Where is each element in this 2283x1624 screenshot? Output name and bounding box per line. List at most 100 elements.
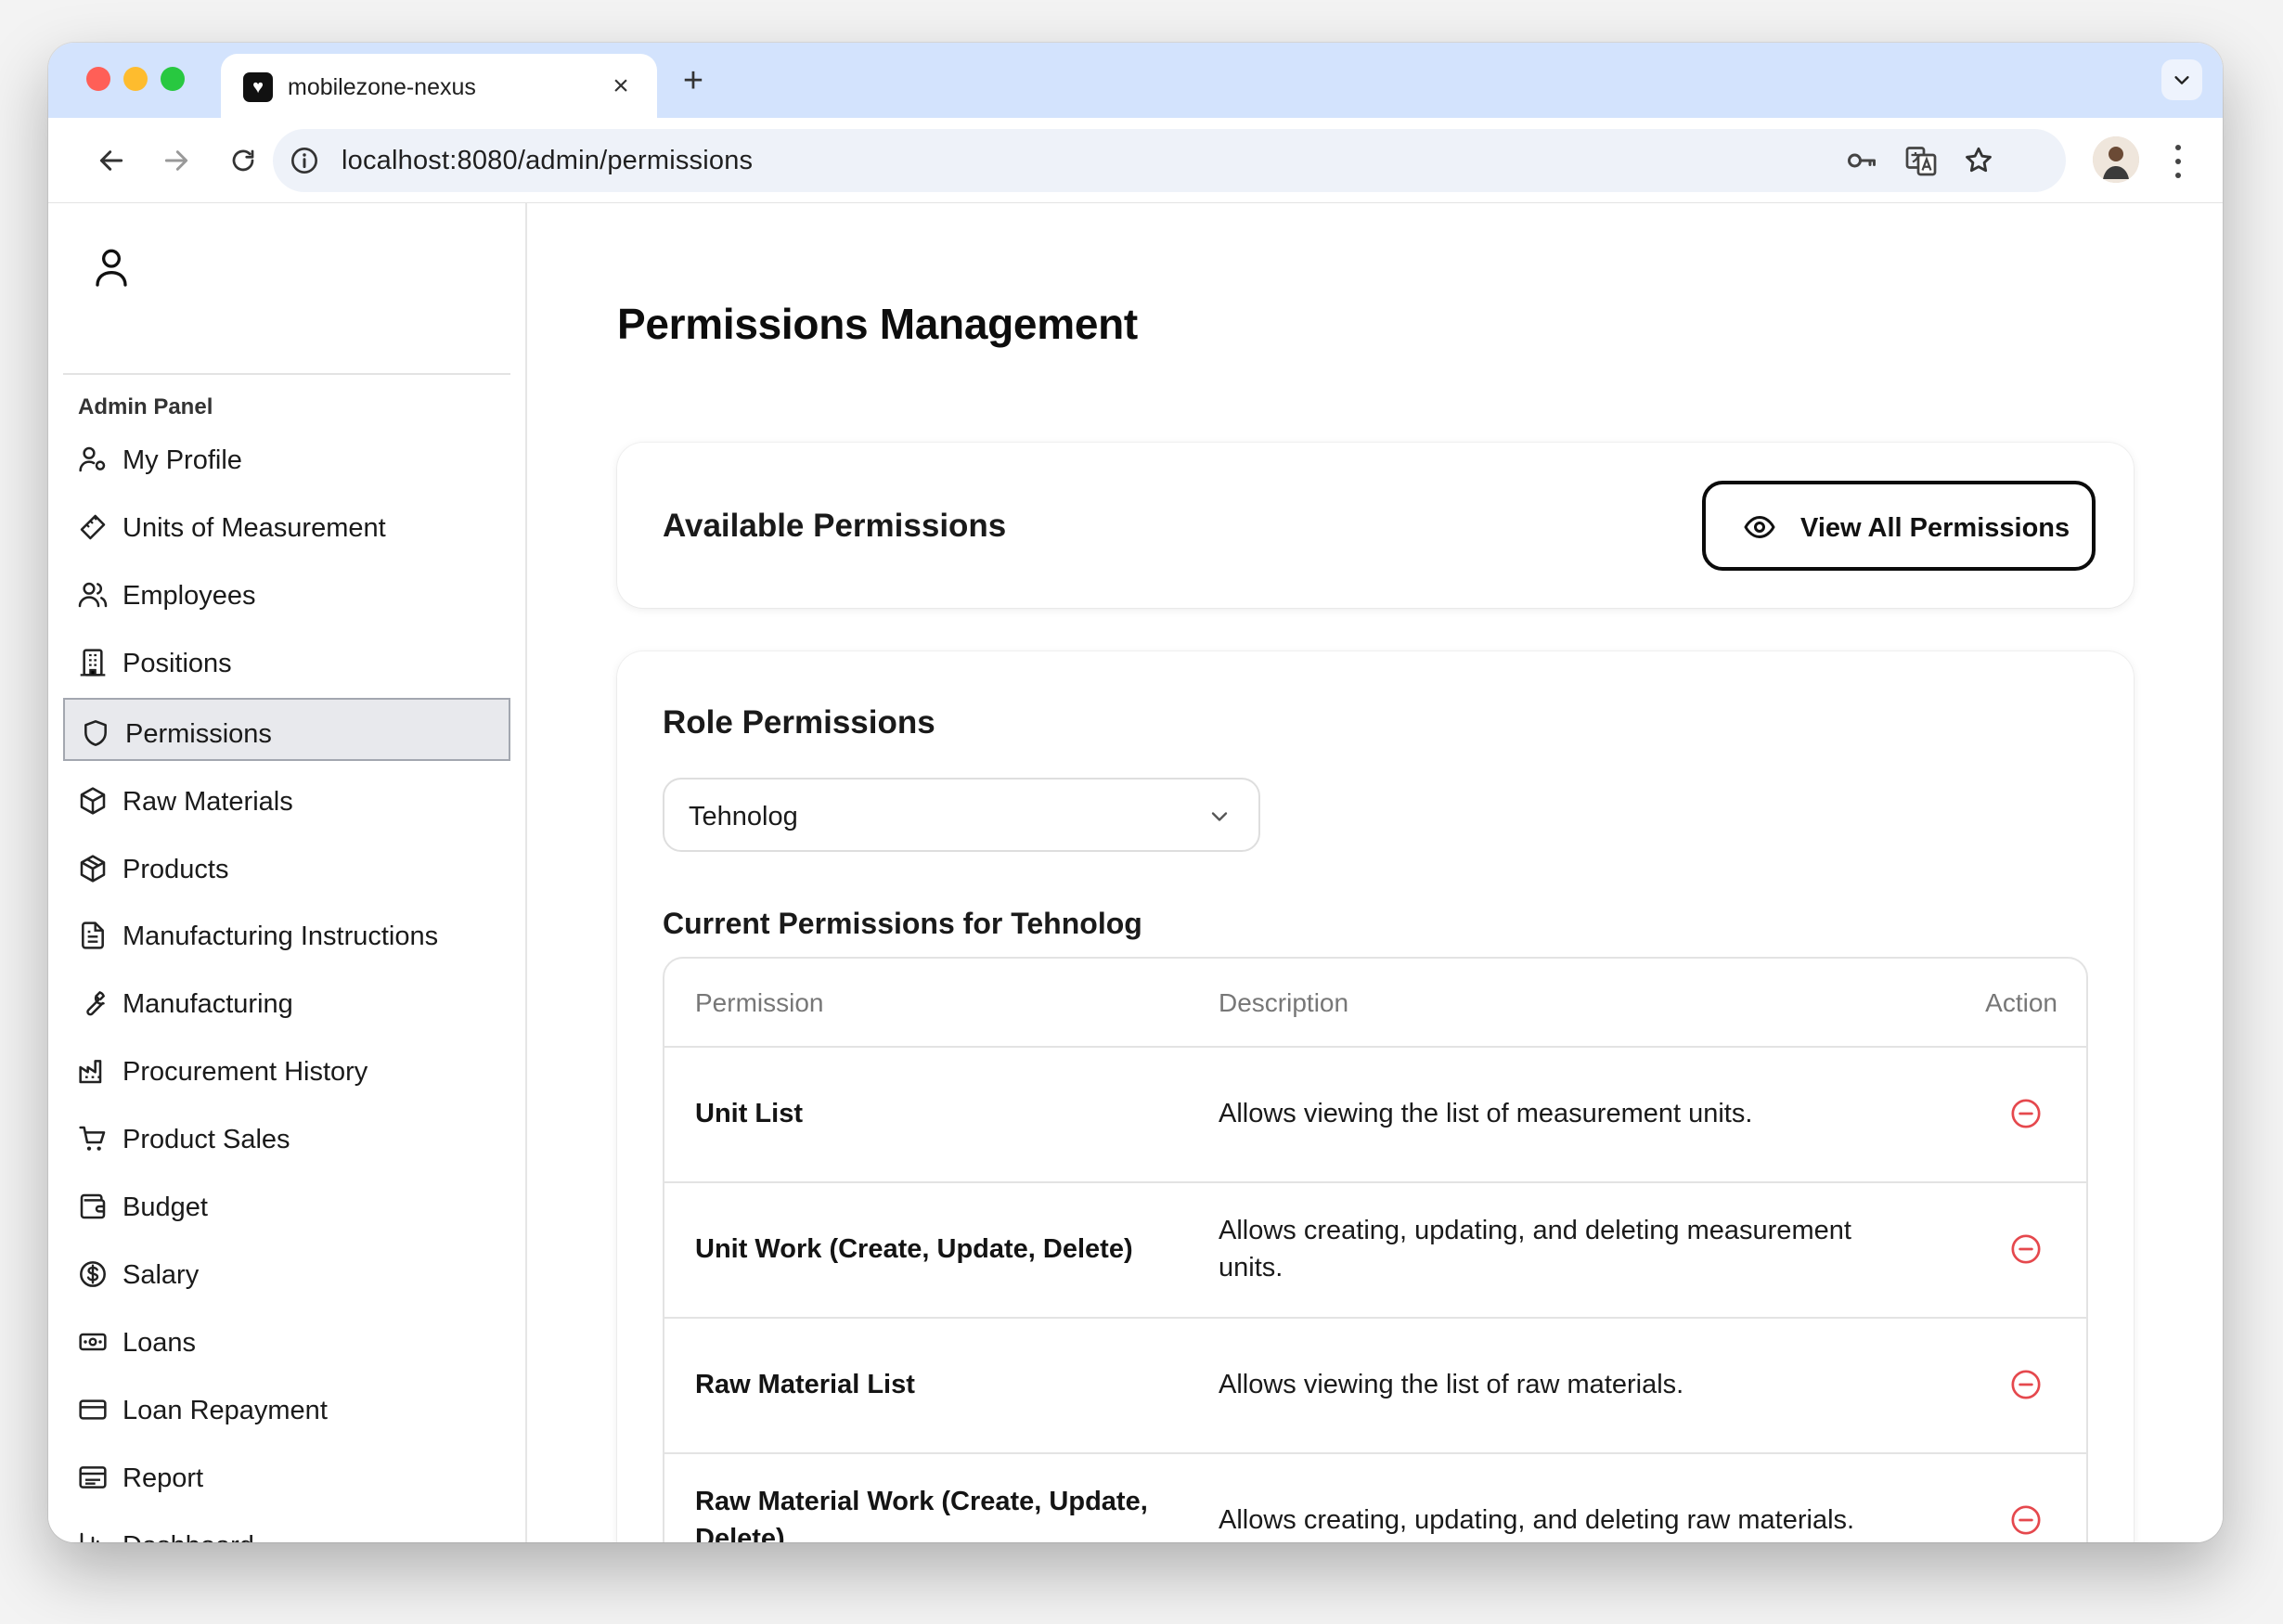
sidebar-item-label: Salary xyxy=(123,1260,200,1290)
sidebar-item-manufacturing-instructions[interactable]: Manufacturing Instructions xyxy=(63,902,510,965)
sidebar-item-label: Budget xyxy=(123,1192,208,1222)
factory-icon xyxy=(79,1060,102,1084)
sidebar: Admin Panel My Profile Units of Measurem… xyxy=(48,203,527,1542)
shield-icon xyxy=(84,720,107,746)
sidebar-item-dashboard[interactable]: Dashboard xyxy=(63,1512,510,1542)
sidebar-divider xyxy=(63,373,510,375)
user-cog-icon xyxy=(79,446,106,472)
building-icon xyxy=(80,649,106,677)
cart-icon xyxy=(79,1126,106,1151)
sidebar-item-label: Employees xyxy=(123,581,256,611)
view-all-permissions-label: View All Permissions xyxy=(1800,513,2070,543)
bar-chart-icon xyxy=(80,1532,99,1542)
table-row: Raw Material Work (Create, Update, Delet… xyxy=(664,1454,2086,1542)
wallet-icon xyxy=(80,1193,106,1219)
sidebar-item-employees[interactable]: Employees xyxy=(63,561,510,625)
sidebar-item-loan-repayment[interactable]: Loan Repayment xyxy=(63,1376,510,1439)
permission-description: Allows creating, updating, and deleting … xyxy=(1219,1216,1851,1282)
bookmark-star-icon[interactable] xyxy=(1962,144,1995,177)
sidebar-item-salary[interactable]: Salary xyxy=(63,1241,510,1304)
dollar-circle-icon xyxy=(80,1261,106,1287)
sidebar-item-label: Product Sales xyxy=(123,1125,290,1154)
close-window-button[interactable] xyxy=(86,67,110,91)
sidebar-item-procurement-history[interactable]: Procurement History xyxy=(63,1038,510,1101)
user-icon[interactable] xyxy=(93,246,130,287)
view-all-permissions-button[interactable]: View All Permissions xyxy=(1702,481,2096,571)
sidebar-item-product-sales[interactable]: Product Sales xyxy=(63,1105,510,1168)
available-permissions-title: Available Permissions xyxy=(663,508,1007,544)
box-icon xyxy=(80,787,106,815)
url-text[interactable]: localhost:8080/admin/permissions xyxy=(342,146,753,176)
password-key-icon[interactable] xyxy=(1845,144,1878,177)
column-header-permission: Permission xyxy=(695,988,824,1017)
sidebar-item-products[interactable]: Products xyxy=(63,835,510,898)
avatar-icon xyxy=(2093,136,2139,183)
reload-icon xyxy=(232,149,254,172)
sidebar-item-label: Manufacturing xyxy=(123,989,293,1019)
report-icon xyxy=(79,1466,107,1489)
sidebar-item-budget[interactable]: Budget xyxy=(63,1173,510,1236)
available-permissions-card: Available Permissions View All Permissio… xyxy=(617,443,2134,608)
tab-title: mobilezone-nexus xyxy=(288,74,476,100)
tab-close-icon[interactable]: × xyxy=(603,69,638,104)
forward-button[interactable] xyxy=(154,138,199,183)
file-text-icon xyxy=(82,922,104,949)
role-permissions-title: Role Permissions xyxy=(663,704,935,741)
browser-menu-button[interactable] xyxy=(2164,140,2192,183)
reload-button[interactable] xyxy=(221,138,265,183)
chevron-down-icon xyxy=(2174,76,2189,84)
sidebar-item-manufacturing[interactable]: Manufacturing xyxy=(63,970,510,1033)
users-icon xyxy=(78,582,108,608)
tab-strip: ♥ mobilezone-nexus × + xyxy=(48,43,2223,118)
table-row: Unit Work (Create, Update, Delete) Allow… xyxy=(664,1183,2086,1319)
sidebar-item-permissions[interactable]: Permissions xyxy=(63,698,510,761)
profile-avatar[interactable] xyxy=(2093,136,2139,183)
package-icon xyxy=(80,855,106,883)
permission-description: Allows viewing the list of measurement u… xyxy=(1219,1099,1753,1128)
role-permissions-card: Role Permissions Tehnolog Current Permis… xyxy=(617,651,2134,1542)
sidebar-item-label: Manufacturing Instructions xyxy=(123,922,439,951)
remove-permission-icon[interactable] xyxy=(2010,1369,2042,1400)
sidebar-item-report[interactable]: Report xyxy=(63,1444,510,1507)
new-tab-icon[interactable]: + xyxy=(675,63,712,100)
column-header-description: Description xyxy=(1219,988,1349,1017)
eye-icon xyxy=(1744,516,1775,538)
site-info-icon[interactable] xyxy=(290,146,319,175)
page-title: Permissions Management xyxy=(617,300,1138,348)
sidebar-item-positions[interactable]: Positions xyxy=(63,629,510,692)
current-permissions-title: Current Permissions for Tehnolog xyxy=(663,907,1142,940)
minimize-window-button[interactable] xyxy=(123,67,148,91)
sidebar-item-loans[interactable]: Loans xyxy=(63,1308,510,1372)
sidebar-item-label: Units of Measurement xyxy=(123,513,386,543)
ruler-icon xyxy=(80,514,106,540)
remove-permission-icon[interactable] xyxy=(2010,1504,2042,1536)
sidebar-item-label: Positions xyxy=(123,649,232,678)
remove-permission-icon[interactable] xyxy=(2010,1233,2042,1265)
table-row: Raw Material List Allows viewing the lis… xyxy=(664,1319,2086,1454)
sidebar-item-units-of-measurement[interactable]: Units of Measurement xyxy=(63,494,510,557)
sidebar-item-label: Permissions xyxy=(125,719,272,749)
translate-icon[interactable] xyxy=(1904,144,1938,177)
remove-permission-icon[interactable] xyxy=(2010,1098,2042,1129)
permission-name: Raw Material Work (Create, Update, Delet… xyxy=(695,1487,1148,1542)
sidebar-item-label: Report xyxy=(123,1463,204,1493)
permissions-table: Permission Description Action Unit List … xyxy=(663,957,2088,1542)
sidebar-item-label: Loans xyxy=(123,1328,197,1358)
tab-search-button[interactable] xyxy=(2161,59,2202,100)
sidebar-item-raw-materials[interactable]: Raw Materials xyxy=(63,767,510,831)
browser-tab[interactable]: ♥ mobilezone-nexus × xyxy=(221,54,657,118)
credit-card-icon xyxy=(79,1399,107,1420)
sidebar-item-my-profile[interactable]: My Profile xyxy=(63,426,510,489)
column-header-action: Action xyxy=(1985,988,2057,1017)
sidebar-item-label: Loan Repayment xyxy=(123,1396,328,1425)
address-bar[interactable]: localhost:8080/admin/permissions xyxy=(273,129,2066,192)
sidebar-item-label: My Profile xyxy=(123,445,242,475)
maximize-window-button[interactable] xyxy=(161,67,185,91)
sidebar-item-label: Dashboard xyxy=(123,1531,254,1542)
main-content: Permissions Management Available Permiss… xyxy=(529,203,2223,1542)
banknote-icon xyxy=(79,1333,107,1351)
chevron-down-icon xyxy=(1211,812,1228,821)
permission-description: Allows viewing the list of raw materials… xyxy=(1219,1370,1684,1399)
role-select[interactable]: Tehnolog xyxy=(663,778,1260,852)
back-button[interactable] xyxy=(89,138,134,183)
